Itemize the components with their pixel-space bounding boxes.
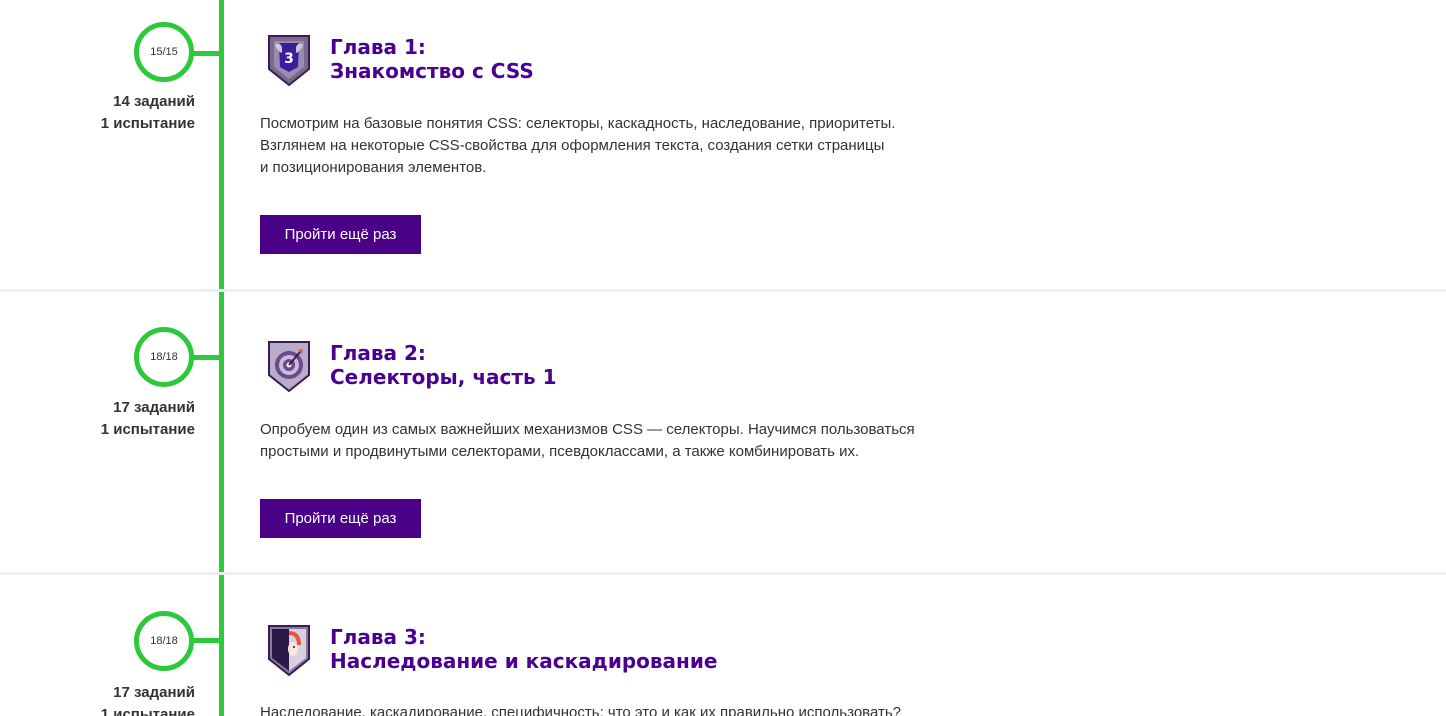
tasks-count: 17 заданий (113, 684, 195, 701)
progress-circle: 15/15 (134, 22, 194, 82)
tasks-count: 14 заданий (113, 93, 195, 110)
description-line: Опробуем один из самых важнейших механиз… (260, 421, 915, 438)
chapter-stats: 17 заданий 1 испытание (0, 397, 195, 441)
chapter-name: Селекторы, часть 1 (330, 365, 557, 389)
target-shield-icon (268, 341, 310, 393)
chapter-stats: 14 заданий 1 испытание (0, 91, 195, 135)
css-shield-icon: 3 (268, 35, 310, 87)
chapter-number: Глава 2: (330, 341, 426, 365)
chapter-divider (0, 572, 1446, 575)
description-line: Посмотрим на базовые понятия CSS: селект… (260, 115, 896, 132)
face-shield-icon (268, 625, 310, 677)
progress-text: 18/18 (150, 635, 178, 647)
chapter-title: Глава 1: Знакомство с CSS (330, 35, 534, 83)
retry-button[interactable]: Пройти ещё раз (260, 499, 421, 538)
chapter-divider (0, 289, 1446, 292)
progress-text: 18/18 (150, 351, 178, 363)
timeline-connector (192, 51, 221, 56)
chapter-title: Глава 2: Селекторы, часть 1 (330, 341, 557, 389)
svg-text:3: 3 (284, 51, 294, 67)
chapter-title: Глава 3: Наследование и каскадирование (330, 625, 717, 673)
progress-text: 15/15 (150, 46, 178, 58)
progress-circle: 18/18 (134, 327, 194, 387)
description-line: простыми и продвинутыми селекторами, псе… (260, 443, 860, 460)
progress-circle: 18/18 (134, 611, 194, 671)
timeline-connector (192, 355, 221, 360)
chapter-name: Наследование и каскадирование (330, 649, 718, 673)
description-line: и позиционирования элементов. (260, 159, 487, 176)
chapter-description: Наследование, каскадирование, специфично… (260, 702, 980, 716)
chapter-name: Знакомство с CSS (330, 59, 534, 83)
chapter-number: Глава 1: (330, 35, 426, 59)
chapter-stats: 17 заданий 1 испытание (0, 682, 195, 716)
chapter-number: Глава 3: (330, 625, 426, 649)
retry-button[interactable]: Пройти ещё раз (260, 215, 421, 254)
chapter-description: Посмотрим на базовые понятия CSS: селект… (260, 113, 980, 179)
chapter-description: Опробуем один из самых важнейших механиз… (260, 419, 980, 463)
trials-count: 1 испытание (100, 115, 195, 132)
tasks-count: 17 заданий (113, 399, 195, 416)
timeline-connector (192, 638, 221, 643)
trials-count: 1 испытание (100, 421, 195, 438)
description-line: Наследование, каскадирование, специфично… (260, 704, 902, 716)
description-line: Взглянем на некоторые CSS-свойства для о… (260, 137, 885, 154)
trials-count: 1 испытание (100, 706, 195, 716)
